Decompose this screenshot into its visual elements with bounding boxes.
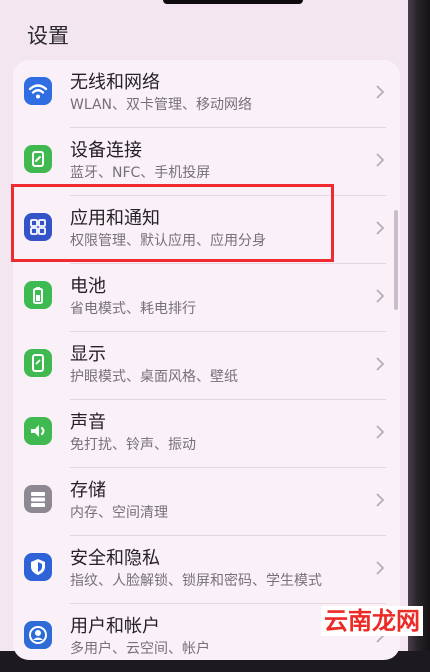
shield-icon xyxy=(24,553,52,581)
item-subtitle: 省电模式、耗电排行 xyxy=(70,301,196,317)
item-title: 无线和网络 xyxy=(70,72,160,93)
phone-bezel xyxy=(408,0,430,651)
item-title: 电池 xyxy=(70,276,106,297)
scrollbar[interactable] xyxy=(394,210,398,310)
highlight-box xyxy=(11,184,334,262)
item-title: 用户和帐户 xyxy=(70,616,160,637)
item-subtitle: 护眼模式、桌面风格、壁纸 xyxy=(70,369,238,385)
chevron-right-icon xyxy=(373,218,387,238)
user-icon xyxy=(24,621,52,649)
chevron-right-icon xyxy=(373,286,387,306)
wifi-icon xyxy=(24,77,52,105)
settings-item-wireless[interactable]: 无线和网络 WLAN、双卡管理、移动网络 xyxy=(13,60,400,128)
item-subtitle: 蓝牙、NFC、手机投屏 xyxy=(70,165,211,181)
item-subtitle: 多用户、云空间、帐户 xyxy=(70,641,210,657)
settings-item-security-privacy[interactable]: 安全和隐私 指纹、人脸解锁、锁屏和密码、学生模式 xyxy=(13,536,400,604)
settings-item-display[interactable]: 显示 护眼模式、桌面风格、壁纸 xyxy=(13,332,400,400)
item-title: 声音 xyxy=(70,412,106,433)
storage-icon xyxy=(24,485,52,513)
page-title: 设置 xyxy=(27,24,69,48)
chevron-right-icon xyxy=(373,422,387,442)
battery-icon xyxy=(24,281,52,309)
item-subtitle: WLAN、双卡管理、移动网络 xyxy=(70,97,253,113)
item-subtitle: 内存、空间清理 xyxy=(70,505,168,521)
chevron-right-icon xyxy=(373,82,387,102)
device-connect-icon xyxy=(24,145,52,173)
speaker-icon xyxy=(24,417,52,445)
settings-item-sound[interactable]: 声音 免打扰、铃声、振动 xyxy=(13,400,400,468)
item-title: 设备连接 xyxy=(70,140,142,161)
settings-list: 无线和网络 WLAN、双卡管理、移动网络 设备连接 蓝牙、NFC、手机投屏 应用… xyxy=(13,60,400,660)
settings-screen: 设置 无线和网络 WLAN、双卡管理、移动网络 设备连接 蓝牙、NFC、手机投屏 xyxy=(0,0,408,660)
camera-notch xyxy=(163,0,303,4)
item-title: 显示 xyxy=(70,344,106,365)
item-title: 存储 xyxy=(70,480,106,501)
settings-item-storage[interactable]: 存储 内存、空间清理 xyxy=(13,468,400,536)
item-title: 安全和隐私 xyxy=(70,548,160,569)
settings-item-battery[interactable]: 电池 省电模式、耗电排行 xyxy=(13,264,400,332)
item-subtitle: 指纹、人脸解锁、锁屏和密码、学生模式 xyxy=(70,573,322,589)
chevron-right-icon xyxy=(373,354,387,374)
chevron-right-icon xyxy=(373,490,387,510)
watermark-text: 云南龙网 xyxy=(321,606,423,636)
chevron-right-icon xyxy=(373,558,387,578)
item-subtitle: 免打扰、铃声、振动 xyxy=(70,437,196,453)
chevron-right-icon xyxy=(373,150,387,170)
display-icon xyxy=(24,349,52,377)
